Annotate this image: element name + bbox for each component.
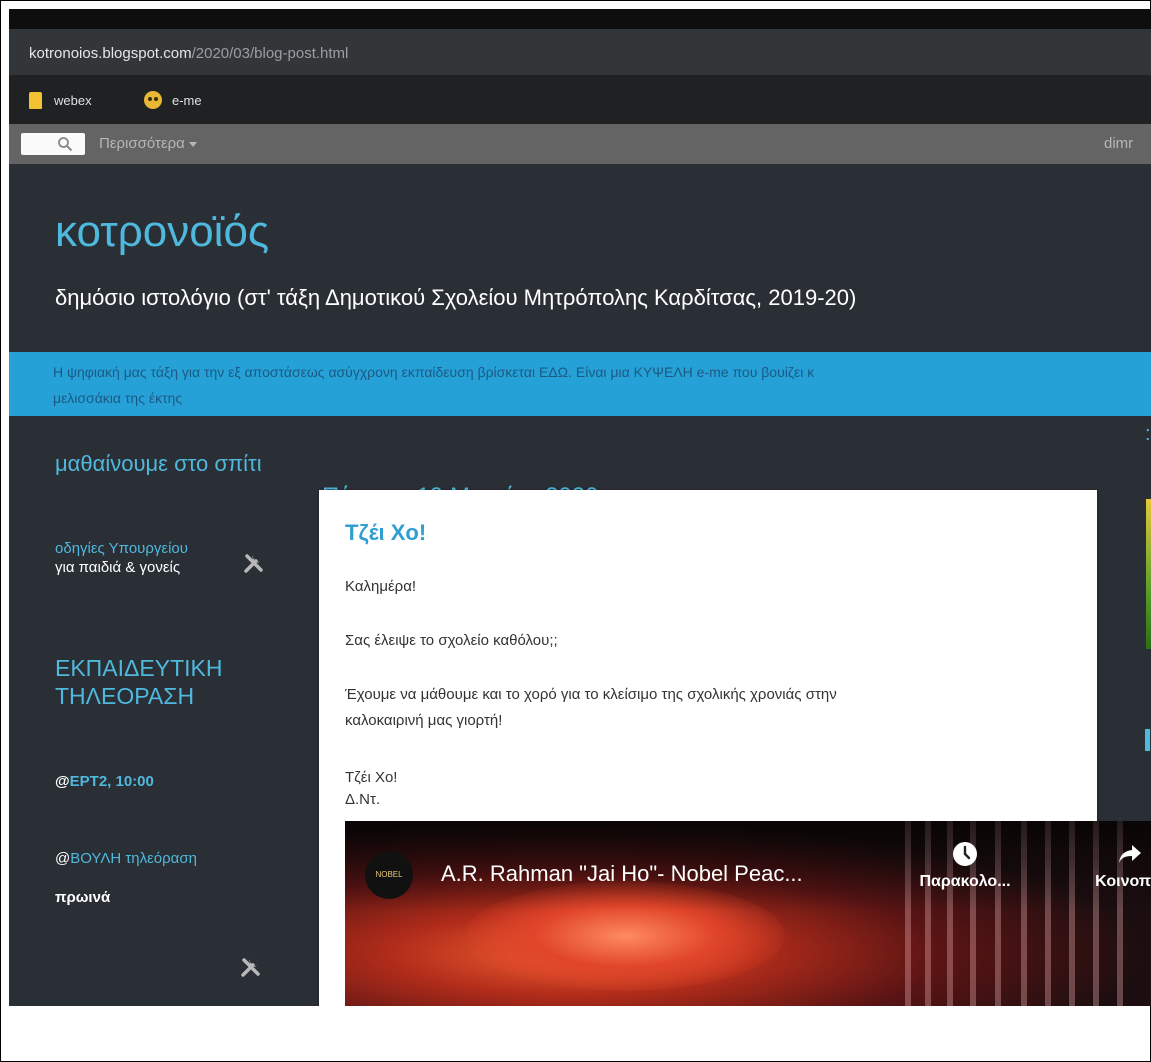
bookmark-label: webex	[54, 92, 92, 108]
bookmark-e-me[interactable]: e-me	[144, 90, 202, 110]
blog-title[interactable]: κοτρονοϊός	[55, 207, 269, 257]
caret-down-icon	[188, 141, 197, 147]
bookmarks-bar: webex e-me	[9, 75, 1151, 124]
blogger-navbar: Περισσότερα dimr	[9, 124, 1151, 164]
vouli-link[interactable]: ΒΟΥΛΗ τηλεόραση	[70, 850, 197, 867]
watch-later-button[interactable]: Παρακολο...	[910, 841, 1020, 891]
at-sign: @	[55, 850, 71, 867]
right-sidebar-heading-partial	[1145, 729, 1150, 751]
channel-logo[interactable]: NOBEL Concert	[365, 851, 413, 899]
search-input[interactable]	[21, 133, 85, 155]
tools-icon[interactable]	[239, 955, 263, 979]
share-icon	[1119, 845, 1141, 863]
url-domain: kotronoios.blogspot.com	[29, 45, 192, 62]
right-sidebar-image-partial[interactable]	[1146, 499, 1151, 649]
ert-item: @ΕΡΤ2, 10:00	[55, 773, 154, 790]
video-title[interactable]: A.R. Rahman "Jai Ho"- Nobel Peac...	[441, 861, 803, 887]
ministry-text: για παιδιά & γονείς	[55, 559, 181, 576]
post-text-line: Καλημέρα!	[345, 578, 417, 595]
browser-window: kotronoios.blogspot.com/2020/03/blog-pos…	[9, 9, 1151, 1006]
share-button[interactable]: Κοινοποί	[1075, 841, 1151, 891]
user-link[interactable]: dimr	[1104, 135, 1133, 152]
ministry-link[interactable]: οδηγίες Υπουργείου	[55, 539, 188, 558]
right-sidebar-heading-partial: :	[1145, 423, 1151, 445]
at-sign: @	[55, 773, 70, 790]
share-label: Κοινοποί	[1095, 873, 1151, 890]
vouli-item: @ΒΟΥΛΗ τηλεόραση	[55, 850, 197, 867]
bookmark-label: e-me	[172, 92, 202, 108]
more-label: Περισσότερα	[99, 135, 185, 152]
mornings-text: πρωινά	[55, 889, 111, 906]
post-text-line: καλοκαιρινή μας γιορτή!	[345, 712, 503, 729]
clock-icon	[953, 842, 977, 866]
post-title[interactable]: Τζέι Χο!	[345, 520, 426, 546]
search-icon[interactable]	[57, 136, 73, 152]
post-text-line: Έχουμε να μάθουμε και το χορό για το κλε…	[345, 686, 837, 703]
tools-icon[interactable]	[242, 551, 266, 575]
tab-strip	[9, 9, 1151, 29]
screenshot-frame: kotronoios.blogspot.com/2020/03/blog-pos…	[0, 0, 1151, 1062]
ert-link[interactable]: ΕΡΤ2, 10:00	[70, 773, 154, 790]
blog-description: δημόσιο ιστολόγιο (στ' τάξη Δημοτικού Σχ…	[55, 285, 857, 310]
url-path: /2020/03/blog-post.html	[191, 45, 349, 62]
sidebar-heading-educational-tv: ΕΚΠΑΙΔΕΥΤΙΚΗ ΤΗΛΕΟΡΑΣΗ	[55, 655, 223, 709]
ministry-widget: οδηγίες Υπουργείου για παιδιά & γονείς	[55, 539, 188, 577]
embedded-video[interactable]: NOBEL Concert A.R. Rahman "Jai Ho"- Nobe…	[345, 821, 1151, 1006]
watch-later-label: Παρακολο...	[919, 873, 1011, 890]
e-me-icon	[144, 91, 162, 109]
folder-icon	[29, 91, 42, 109]
address-bar[interactable]: kotronoios.blogspot.com/2020/03/blog-pos…	[9, 29, 1151, 75]
post-text-line: Τζέι Χο!	[345, 769, 398, 786]
more-menu[interactable]: Περισσότερα	[99, 135, 197, 152]
announcement-line: μελισσάκια της έκτης	[53, 390, 183, 406]
announcement-line[interactable]: Η ψηφιακή μας τάξη για την εξ αποστάσεως…	[53, 364, 814, 380]
sidebar-heading-learn-at-home: μαθαίνουμε στο σπίτι	[55, 451, 262, 476]
post-text-line: Σας έλειψε το σχολείο καθόλου;;	[345, 632, 558, 649]
announcement-bar: Η ψηφιακή μας τάξη για την εξ αποστάσεως…	[9, 352, 1151, 416]
bookmark-webex[interactable]: webex	[29, 90, 92, 110]
url-text[interactable]: kotronoios.blogspot.com/2020/03/blog-pos…	[29, 45, 348, 62]
post-text-line: Δ.Ντ.	[345, 791, 381, 808]
